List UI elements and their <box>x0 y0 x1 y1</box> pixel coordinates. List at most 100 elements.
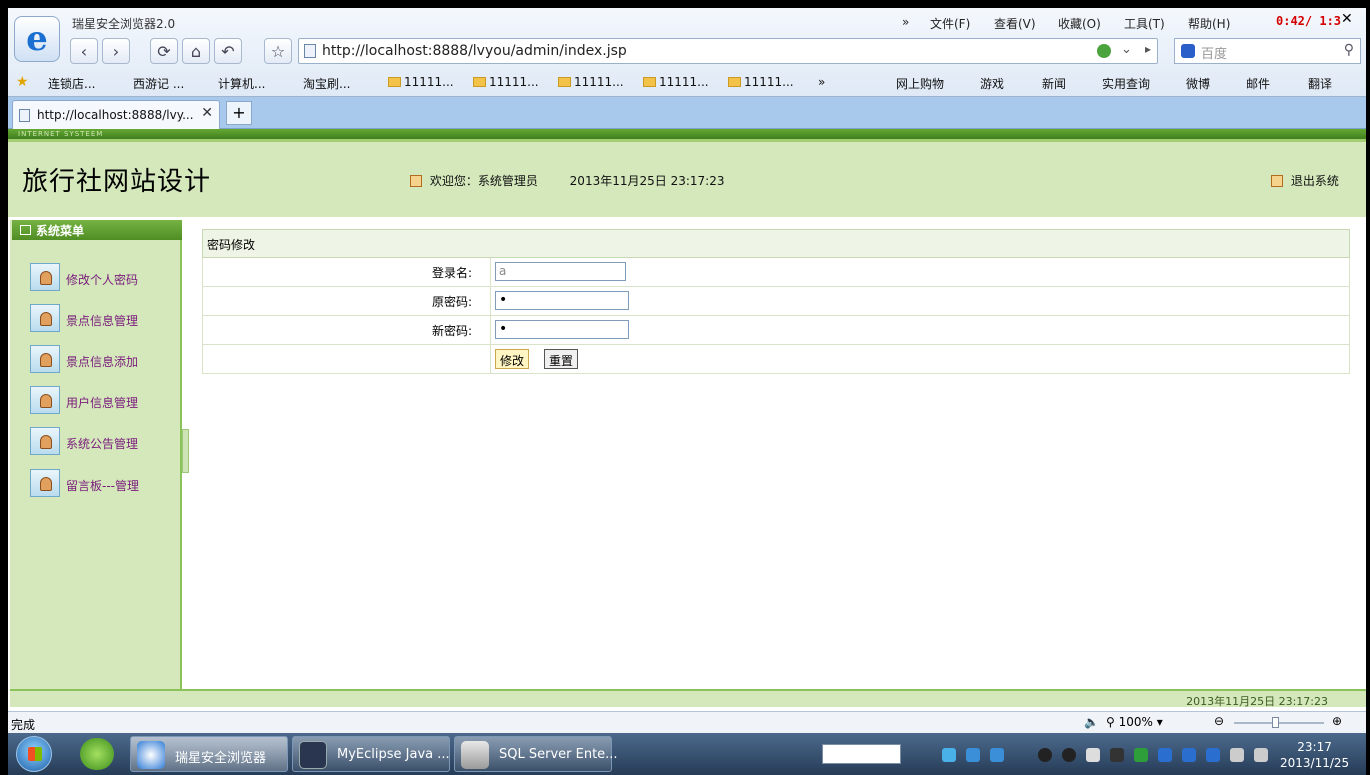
bookmark-1[interactable]: 连锁店... <box>48 75 95 92</box>
bookmark-folder-2[interactable]: 11111... <box>473 75 539 89</box>
new-password-input[interactable]: • <box>495 320 629 339</box>
bookmark-folder-5[interactable]: 11111... <box>728 75 794 89</box>
search-box[interactable]: 百度 ⚲ <box>1174 38 1361 64</box>
sidebar-item-notice-manage[interactable]: 系统公告管理 <box>30 427 180 457</box>
network-icon[interactable] <box>1230 748 1244 762</box>
sidebar-item-scenic-manage[interactable]: 景点信息管理 <box>30 304 180 334</box>
folder-icon <box>558 77 571 87</box>
form-row-login: 登录名: a <box>202 258 1350 287</box>
sidebar-splitter[interactable] <box>182 429 189 473</box>
games-link[interactable]: 游戏 <box>980 75 1004 92</box>
qq-icon[interactable] <box>1062 748 1076 762</box>
login-name-input[interactable]: a <box>495 262 626 281</box>
new-tab-button[interactable]: + <box>226 101 252 125</box>
bookmark-3[interactable]: 计算机... <box>218 75 265 92</box>
bookmark-folder-1[interactable]: 11111... <box>388 75 454 89</box>
sql-server-icon <box>461 741 489 769</box>
taskbar-clock[interactable]: 23:17 2013/11/25 <box>1280 739 1349 771</box>
address-bar[interactable]: http://localhost:8888/lvyou/admin/index.… <box>298 38 1158 64</box>
refresh-button[interactable]: ⟳ <box>150 38 178 64</box>
user-admin-icon <box>30 263 60 291</box>
bookmark-4[interactable]: 淘宝刷... <box>303 75 350 92</box>
logout-icon <box>1271 175 1283 187</box>
clock-time: 23:17 <box>1297 740 1332 754</box>
dropdown-icon[interactable]: ⌄ <box>1121 42 1132 57</box>
zoom-level[interactable]: ⚲ 100% ▾ <box>1106 715 1163 729</box>
windows-taskbar: 瑞星安全浏览器 MyEclipse Java ... SQL Server En… <box>8 733 1366 775</box>
web-page: INTERNET SYSTEEM 旅行社网站设计 欢迎您：系统管理员 2013年… <box>8 129 1366 711</box>
page-icon <box>304 44 316 58</box>
password-form: 密码修改 登录名: a 原密码: • 新密码: • 修改 重置 <box>202 229 1350 374</box>
shopping-link[interactable]: 网上购物 <box>896 75 944 92</box>
mail-link[interactable]: 邮件 <box>1246 75 1270 92</box>
site-footer: 2013年11月25日 23:17:23 <box>10 689 1366 708</box>
task-browser[interactable]: 瑞星安全浏览器 <box>130 736 288 772</box>
menu-more[interactable]: » <box>902 15 909 29</box>
favorites-star-icon[interactable]: ★ <box>16 74 29 90</box>
close-window-icon[interactable]: ✕ <box>1341 11 1353 27</box>
star-icon: ☆ <box>270 41 286 61</box>
menu-favorites[interactable]: 收藏(O) <box>1058 15 1101 32</box>
qq-icon[interactable] <box>1038 748 1052 762</box>
translate-link[interactable]: 翻译 <box>1308 75 1332 92</box>
back-button[interactable]: ‹ <box>70 38 98 64</box>
menu-view[interactable]: 查看(V) <box>994 15 1036 32</box>
windows-logo-icon <box>28 747 42 761</box>
start-button[interactable] <box>16 736 52 772</box>
form-row-actions: 修改 重置 <box>202 345 1350 374</box>
zoom-in-icon[interactable]: ⊕ <box>1332 714 1342 728</box>
form-row-new-password: 新密码: • <box>202 316 1350 345</box>
tray-icon[interactable] <box>1158 748 1172 762</box>
tab-close-icon[interactable]: ✕ <box>201 105 213 121</box>
reset-button[interactable]: 重置 <box>544 349 579 369</box>
menu-tools[interactable]: 工具(T) <box>1124 15 1165 32</box>
submit-button[interactable]: 修改 <box>495 349 530 369</box>
address-url[interactable]: http://localhost:8888/lvyou/admin/index.… <box>322 43 627 59</box>
search-icon[interactable]: ⚲ <box>1344 42 1354 58</box>
tray-icon[interactable] <box>1110 748 1124 762</box>
menu-help[interactable]: 帮助(H) <box>1188 15 1230 32</box>
go-icon[interactable]: ▸ <box>1145 42 1151 56</box>
logout-link[interactable]: 退出系统 <box>1271 172 1339 189</box>
user-admin-icon <box>30 469 60 497</box>
news-link[interactable]: 新闻 <box>1042 75 1066 92</box>
tray-icon[interactable] <box>1182 748 1196 762</box>
sidebar-item-message-board[interactable]: 留言板---管理 <box>30 469 180 499</box>
task-myeclipse[interactable]: MyEclipse Java ... <box>292 736 450 772</box>
zoom-slider-thumb[interactable] <box>1272 717 1279 728</box>
site-header: INTERNET SYSTEEM 旅行社网站设计 欢迎您：系统管理员 2013年… <box>8 129 1366 217</box>
tray-icon[interactable] <box>966 748 980 762</box>
bookmark-folder-4[interactable]: 11111... <box>643 75 709 89</box>
query-link[interactable]: 实用查询 <box>1102 75 1150 92</box>
tab-bar: http://localhost:8888/lvy... ✕ + <box>8 97 1366 129</box>
task-sql-server[interactable]: SQL Server Ente... <box>454 736 618 772</box>
undo-close-button[interactable]: ↶ <box>214 38 242 64</box>
tray-icon[interactable] <box>990 748 1004 762</box>
shield-icon[interactable] <box>1206 748 1220 762</box>
sidebar-item-user-manage[interactable]: 用户信息管理 <box>30 386 180 416</box>
home-button[interactable]: ⌂ <box>182 38 210 64</box>
tray-icon[interactable] <box>942 748 956 762</box>
weibo-link[interactable]: 微博 <box>1186 75 1210 92</box>
pinned-app-icon[interactable] <box>80 738 114 770</box>
sidebar-item-change-password[interactable]: 修改个人密码 <box>30 263 180 293</box>
taskbar-search-box[interactable] <box>822 744 901 764</box>
old-password-input[interactable]: • <box>495 291 629 310</box>
myeclipse-icon <box>299 741 327 769</box>
speaker-icon[interactable]: 🔈 <box>1084 715 1099 729</box>
tab-active[interactable]: http://localhost:8888/lvy... ✕ <box>12 100 220 129</box>
sidebar-item-scenic-add[interactable]: 景点信息添加 <box>30 345 180 375</box>
folder-icon <box>728 77 741 87</box>
favorite-star-button[interactable]: ☆ <box>264 38 292 64</box>
tray-icon[interactable] <box>1086 748 1100 762</box>
menu-file[interactable]: 文件(F) <box>930 15 970 32</box>
volume-icon[interactable] <box>1254 748 1268 762</box>
zoom-slider[interactable] <box>1234 717 1324 728</box>
forward-button[interactable]: › <box>102 38 130 64</box>
zoom-out-icon[interactable]: ⊖ <box>1214 714 1224 728</box>
bookmark-folder-3[interactable]: 11111... <box>558 75 624 89</box>
bookmark-2[interactable]: 西游记 ... <box>133 75 184 92</box>
bookmark-more[interactable]: » <box>818 75 825 89</box>
tray-icon[interactable] <box>1134 748 1148 762</box>
browser-toolbar: e 瑞星安全浏览器2.0 » 文件(F) 查看(V) 收藏(O) 工具(T) 帮… <box>8 8 1366 97</box>
